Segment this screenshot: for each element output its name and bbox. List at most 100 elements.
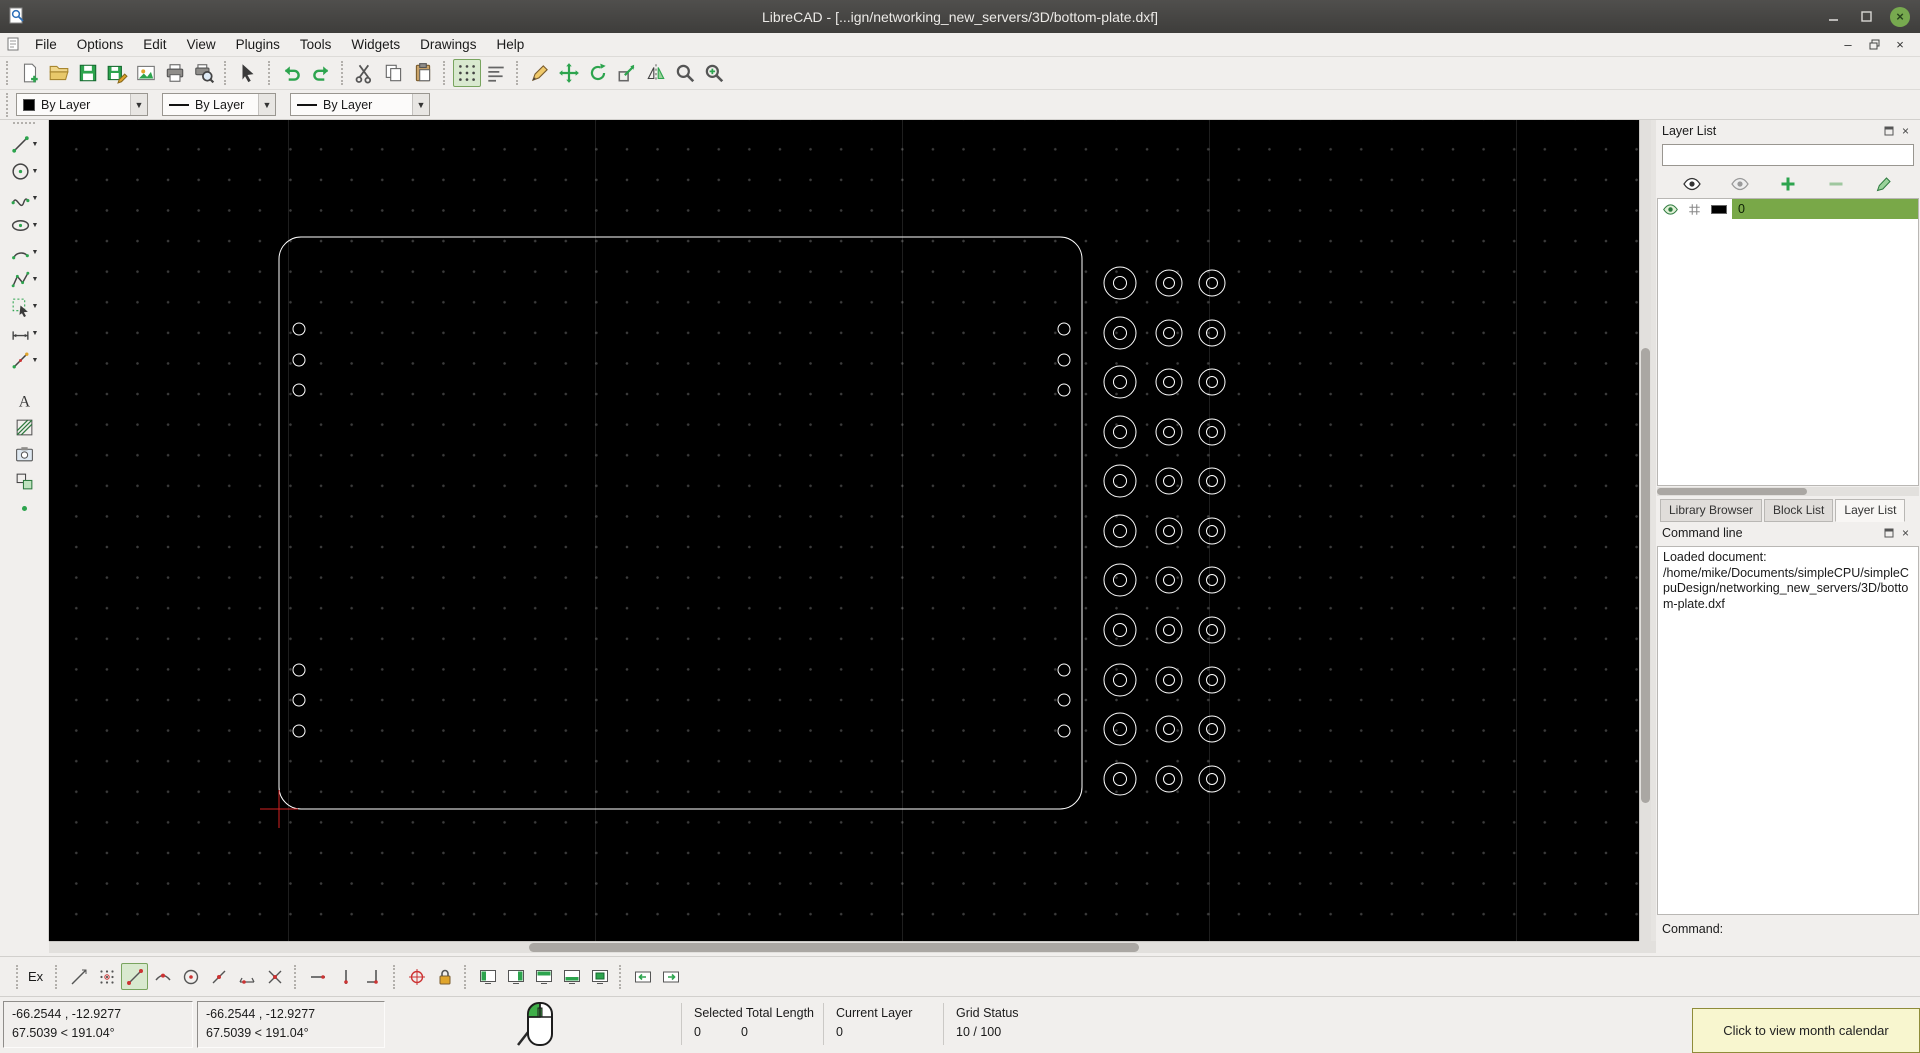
- spline-tool-button[interactable]: ▼: [2, 185, 46, 212]
- paste-button[interactable]: [409, 59, 437, 87]
- command-history[interactable]: Loaded document: /home/mike/Documents/si…: [1657, 546, 1919, 915]
- mdi-close-button[interactable]: ×: [1892, 37, 1908, 53]
- tab-block-list[interactable]: Block List: [1764, 499, 1834, 522]
- mdi-minimize-button[interactable]: –: [1840, 37, 1856, 53]
- add-layer-button[interactable]: [1776, 172, 1800, 196]
- menu-widgets[interactable]: Widgets: [341, 33, 410, 56]
- layer-color-swatch[interactable]: [1711, 204, 1727, 214]
- drawing-canvas[interactable]: [49, 120, 1639, 941]
- redo-button[interactable]: [307, 59, 335, 87]
- mdi-restore-button[interactable]: [1866, 37, 1882, 53]
- export-image-button[interactable]: [132, 59, 160, 87]
- command-input[interactable]: [1729, 922, 1914, 936]
- layer-list-scrollbar-thumb[interactable]: [1657, 488, 1807, 495]
- point-tool-button[interactable]: [2, 495, 46, 522]
- rotate-button[interactable]: [584, 59, 612, 87]
- mirror-button[interactable]: [642, 59, 670, 87]
- select-tool-button[interactable]: ▼: [2, 293, 46, 320]
- zoom-auto-button[interactable]: [700, 59, 728, 87]
- color-combo[interactable]: By Layer ▼: [16, 93, 148, 116]
- edit-entity-button[interactable]: [526, 59, 554, 87]
- snap-middle-button[interactable]: [205, 963, 232, 990]
- minimize-button[interactable]: [1824, 8, 1842, 26]
- menu-help[interactable]: Help: [486, 33, 534, 56]
- layer-filter-input[interactable]: [1662, 144, 1914, 166]
- menu-view[interactable]: View: [177, 33, 226, 56]
- hide-all-layers-button[interactable]: [1728, 172, 1752, 196]
- set-relative-zero-button[interactable]: [403, 963, 430, 990]
- select-arrow-button[interactable]: [234, 59, 262, 87]
- tab-library-browser[interactable]: Library Browser: [1660, 499, 1763, 522]
- close-dock-icon[interactable]: ×: [1897, 123, 1914, 140]
- modify-layer-button[interactable]: [1872, 172, 1896, 196]
- print-preview-button[interactable]: [190, 59, 218, 87]
- close-dock-icon[interactable]: ×: [1897, 525, 1914, 542]
- new-file-button[interactable]: [16, 59, 44, 87]
- remove-layer-button[interactable]: [1824, 172, 1848, 196]
- grid-toggle-button[interactable]: [453, 59, 481, 87]
- vertical-scrollbar-thumb[interactable]: [1641, 348, 1650, 803]
- circle-tool-button[interactable]: ▼: [2, 158, 46, 185]
- close-button[interactable]: ×: [1890, 6, 1910, 27]
- restrict-vertical-button[interactable]: [332, 963, 359, 990]
- dock-top-button[interactable]: [530, 963, 557, 990]
- layer-row[interactable]: 0: [1658, 199, 1918, 219]
- image-tool-button[interactable]: [2, 441, 46, 468]
- zoom-button[interactable]: [671, 59, 699, 87]
- copy-button[interactable]: [380, 59, 408, 87]
- dock-right-button[interactable]: [502, 963, 529, 990]
- dimension-tool-button[interactable]: ▼: [2, 320, 46, 347]
- restrict-horizontal-button[interactable]: [304, 963, 331, 990]
- polyline-tool-button[interactable]: ▼: [2, 266, 46, 293]
- text-tool-button[interactable]: A: [2, 387, 46, 414]
- block-tool-button[interactable]: [2, 468, 46, 495]
- show-all-layers-button[interactable]: [1680, 172, 1704, 196]
- toolbar-prev-button[interactable]: [629, 963, 656, 990]
- cut-button[interactable]: [351, 59, 379, 87]
- line-tool-button[interactable]: ▼: [2, 131, 46, 158]
- scale-button[interactable]: [613, 59, 641, 87]
- tab-layer-list[interactable]: Layer List: [1835, 499, 1906, 522]
- width-combo[interactable]: By Layer ▼: [162, 93, 276, 116]
- print-button[interactable]: [161, 59, 189, 87]
- snap-distance-button[interactable]: [233, 963, 260, 990]
- horizontal-scrollbar[interactable]: [49, 941, 1639, 953]
- undo-button[interactable]: [278, 59, 306, 87]
- layer-construction-icon[interactable]: [1682, 202, 1706, 217]
- menu-file[interactable]: File: [25, 33, 67, 56]
- layer-visibility-icon[interactable]: [1658, 201, 1682, 218]
- layer-list-scrollbar[interactable]: [1657, 487, 1919, 496]
- linetype-combo[interactable]: By Layer ▼: [290, 93, 430, 116]
- snap-grid-button[interactable]: [93, 963, 120, 990]
- float-dock-icon[interactable]: [1880, 123, 1897, 140]
- menu-edit[interactable]: Edit: [133, 33, 176, 56]
- hatch-tool-button[interactable]: [2, 414, 46, 441]
- ellipse-tool-button[interactable]: ▼: [2, 212, 46, 239]
- move-button[interactable]: [555, 59, 583, 87]
- dock-bottom-button[interactable]: [558, 963, 585, 990]
- save-as-button[interactable]: [103, 59, 131, 87]
- snap-free-button[interactable]: [65, 963, 92, 990]
- snap-intersection-button[interactable]: [261, 963, 288, 990]
- menu-options[interactable]: Options: [67, 33, 134, 56]
- menu-tools[interactable]: Tools: [290, 33, 342, 56]
- maximize-button[interactable]: [1857, 8, 1875, 26]
- dock-left-button[interactable]: [474, 963, 501, 990]
- save-button[interactable]: [74, 59, 102, 87]
- horizontal-scrollbar-thumb[interactable]: [529, 943, 1139, 952]
- draft-mode-button[interactable]: [482, 59, 510, 87]
- snap-endpoint-button[interactable]: [121, 963, 149, 990]
- float-dock-icon[interactable]: [1880, 525, 1897, 542]
- snap-entity-button[interactable]: [149, 963, 176, 990]
- command-widget-toggle[interactable]: Ex: [28, 969, 43, 984]
- open-file-button[interactable]: [45, 59, 73, 87]
- modify-tool-button[interactable]: ▼: [2, 347, 46, 374]
- layer-name[interactable]: 0: [1732, 199, 1918, 219]
- menu-plugins[interactable]: Plugins: [226, 33, 290, 56]
- arc-tool-button[interactable]: ▼: [2, 239, 46, 266]
- toolbar-next-button[interactable]: [657, 963, 684, 990]
- vertical-scrollbar[interactable]: [1639, 120, 1651, 941]
- menu-drawings[interactable]: Drawings: [410, 33, 486, 56]
- lock-relative-zero-button[interactable]: [431, 963, 458, 990]
- restrict-orthogonal-button[interactable]: [360, 963, 387, 990]
